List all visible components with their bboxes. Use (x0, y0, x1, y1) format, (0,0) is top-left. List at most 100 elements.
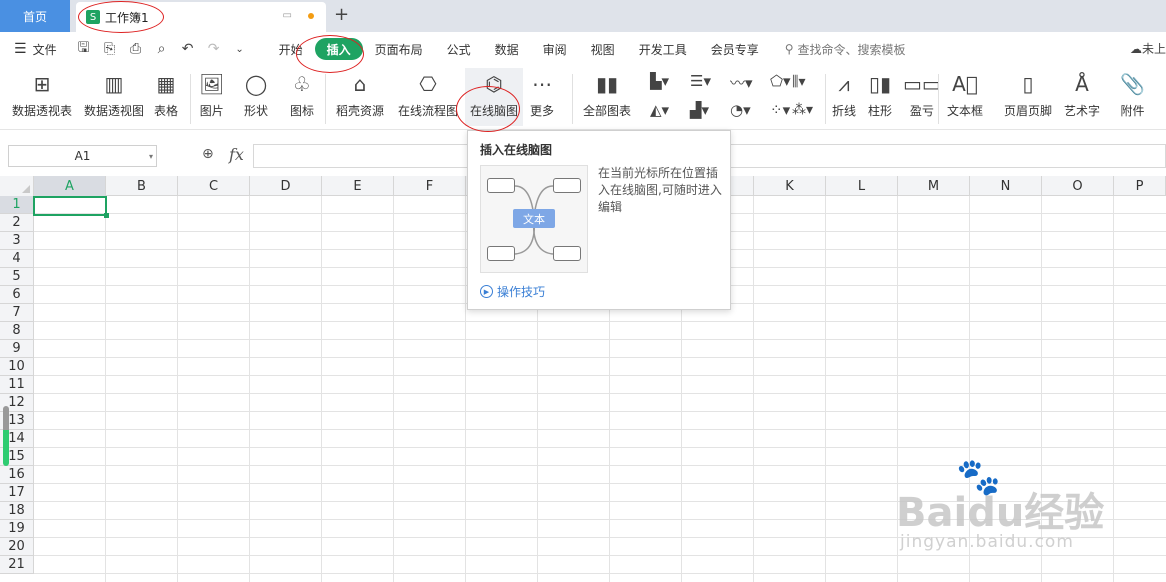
zoom-icon[interactable]: ⊕ (202, 146, 214, 162)
row-header[interactable]: 4 (0, 250, 34, 268)
more-button[interactable]: ⋯ 更多 (530, 70, 554, 119)
row-header[interactable]: 11 (0, 376, 34, 394)
winloss-button[interactable]: ▭▭ 盈亏 (903, 70, 941, 119)
active-cell[interactable] (33, 196, 109, 218)
row-header[interactable]: 1 (0, 196, 34, 214)
new-tab-button[interactable]: + (334, 4, 349, 25)
combo-chart-icon[interactable]: ▟▾ (690, 101, 730, 119)
shape-button[interactable]: ◯ 形状 (244, 70, 268, 119)
mindmap-node (553, 246, 581, 261)
print-icon[interactable]: ⎙ (127, 41, 145, 57)
column-header[interactable]: N (970, 176, 1042, 196)
redo-icon[interactable]: ↷ (205, 41, 223, 57)
stock-chart-icon: ⫼▾ (792, 74, 806, 90)
area-chart-icon[interactable]: ◭▾ (650, 101, 690, 119)
icons-label: 图标 (290, 104, 315, 118)
chevron-down-icon[interactable]: ▾ (149, 152, 153, 161)
customize-dropdown-icon[interactable]: ⌄ (231, 44, 249, 55)
column-header[interactable]: F (394, 176, 466, 196)
row-header[interactable]: 2 (0, 214, 34, 232)
row-header[interactable]: 3 (0, 232, 34, 250)
home-tab[interactable]: 首页 (0, 0, 70, 32)
tips-link[interactable]: ▶ 操作技巧 (480, 283, 545, 300)
ribbon-divider (190, 74, 191, 124)
line-chart-icon[interactable]: 〰▾ (730, 72, 770, 93)
mindmap-node (487, 178, 515, 193)
column-header[interactable]: K (754, 176, 826, 196)
print-preview-icon[interactable]: ⌕ (153, 41, 171, 57)
column-sparkline-label: 柱形 (868, 104, 893, 118)
table-button[interactable]: ▦ 表格 (154, 70, 178, 119)
tab-view[interactable]: 视图 (579, 38, 627, 60)
column-header[interactable]: A (34, 176, 106, 196)
shape-label: 形状 (244, 104, 269, 118)
row-header[interactable]: 5 (0, 268, 34, 286)
row-header[interactable]: 21 (0, 556, 34, 574)
column-header[interactable]: L (826, 176, 898, 196)
tab-developer[interactable]: 开发工具 (627, 38, 699, 60)
stock-chart-button[interactable]: ⫼▾ (792, 72, 805, 92)
column-header[interactable]: P (1114, 176, 1166, 196)
name-box[interactable]: A1 ▾ (8, 145, 157, 167)
row-header[interactable]: 17 (0, 484, 34, 502)
row-header[interactable]: 8 (0, 322, 34, 340)
fx-icon[interactable]: fx (229, 145, 244, 164)
wordart-button[interactable]: Å 艺术字 (1064, 70, 1100, 119)
online-flowchart-label: 在线流程图 (398, 104, 459, 118)
command-search[interactable]: ⚲ 查找命令、搜索模板 (785, 41, 906, 58)
row-header[interactable]: 18 (0, 502, 34, 520)
save-icon[interactable]: 🖫 (75, 37, 93, 61)
picture-label: 图片 (199, 104, 224, 118)
cloud-status[interactable]: ☁未上 (1130, 40, 1166, 57)
export-pdf-icon[interactable]: ⎘ (101, 41, 119, 57)
undo-icon[interactable]: ↶ (179, 41, 197, 57)
tab-data[interactable]: 数据 (483, 38, 531, 60)
column-header[interactable]: O (1042, 176, 1114, 196)
header-footer-button[interactable]: ▯ 页眉页脚 (1004, 70, 1052, 119)
quick-access-toolbar: 🖫 ⎘ ⎙ ⌕ ↶ ↷ ⌄ (75, 37, 249, 61)
table-icon: ▦ (156, 72, 176, 96)
line-sparkline-button[interactable]: ⩘ 折线 (832, 70, 856, 119)
row-header[interactable]: 6 (0, 286, 34, 304)
mindmap-node (487, 246, 515, 261)
row-header[interactable]: 19 (0, 520, 34, 538)
tab-member[interactable]: 会员专享 (699, 38, 771, 60)
tab-review[interactable]: 审阅 (531, 38, 579, 60)
file-menu-label: 文件 (32, 42, 57, 57)
row-header[interactable]: 10 (0, 358, 34, 376)
picture-icon: 🖼 (199, 72, 225, 96)
column-header[interactable]: E (322, 176, 394, 196)
row-header[interactable]: 7 (0, 304, 34, 322)
horizontal-bar-chart-icon[interactable]: ☰▾ (690, 72, 730, 93)
pivot-table-button[interactable]: ⊞ 数据透视表 (12, 70, 72, 119)
monitor-icon[interactable]: ▭ (283, 10, 292, 21)
column-header[interactable]: C (178, 176, 250, 196)
file-menu[interactable]: ☰ 文件 (14, 41, 57, 58)
line-sparkline-icon: ⩘ (838, 72, 850, 96)
row-header[interactable]: 9 (0, 340, 34, 358)
pie-chart-icon[interactable]: ◔▾ (730, 101, 770, 119)
icons-button[interactable]: ♧ 图标 (290, 70, 314, 119)
tab-formulas[interactable]: 公式 (435, 38, 483, 60)
annotation-ring (296, 35, 364, 73)
row-header[interactable]: 16 (0, 466, 34, 484)
select-all-corner[interactable] (0, 176, 34, 196)
column-header[interactable]: D (250, 176, 322, 196)
row-header[interactable]: 20 (0, 538, 34, 556)
column-sparkline-button[interactable]: ▯▮ 柱形 (868, 70, 892, 119)
column-header[interactable]: B (106, 176, 178, 196)
column-header[interactable]: M (898, 176, 970, 196)
hamburger-icon: ☰ (14, 41, 27, 57)
pivot-chart-button[interactable]: ▥ 数据透视图 (84, 70, 144, 119)
attachment-icon: 📎 (1120, 72, 1145, 96)
docer-resources-button[interactable]: ⌂ 稻壳资源 (336, 70, 384, 119)
watermark-url: jingyan.baidu.com (900, 532, 1074, 552)
online-flowchart-button[interactable]: ⎔ 在线流程图 (398, 70, 458, 119)
attachment-button[interactable]: 📎 附件 (1120, 70, 1145, 119)
picture-button[interactable]: 🖼 图片 (199, 70, 224, 119)
all-charts-button[interactable]: ▮▮ 全部图表 (583, 70, 631, 119)
tab-page-layout[interactable]: 页面布局 (363, 38, 435, 60)
other-chart-button[interactable]: ⁂▾ (792, 100, 813, 120)
bar-chart-icon[interactable]: ▙▾ (650, 72, 690, 93)
textbox-button[interactable]: A⃞ 文本框 (947, 70, 983, 119)
